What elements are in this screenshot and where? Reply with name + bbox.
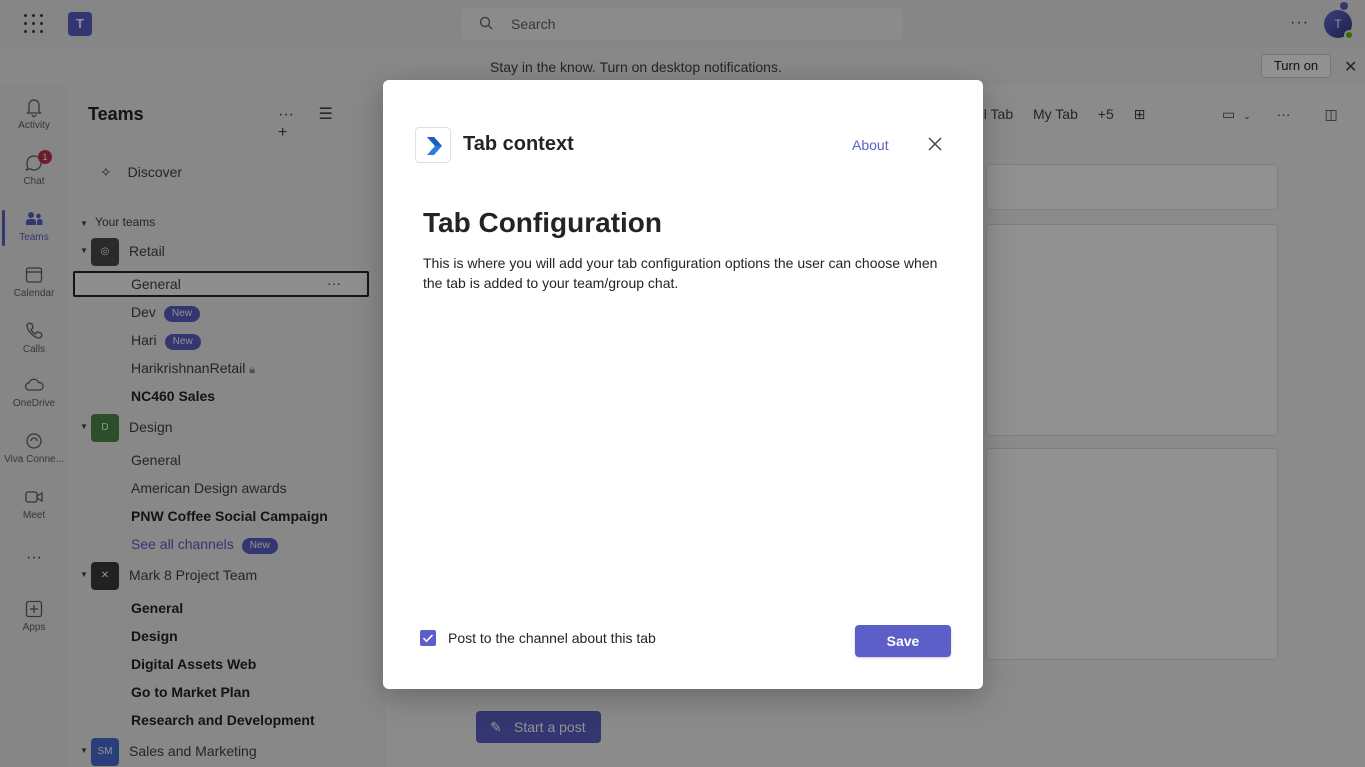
checkbox-label[interactable]: Post to the channel about this tab [448, 630, 656, 646]
close-icon[interactable] [925, 134, 945, 154]
app-icon [415, 127, 451, 163]
arrow-logo-icon [427, 137, 442, 155]
about-link[interactable]: About [852, 137, 889, 153]
checkmark-icon [422, 634, 434, 643]
post-to-channel-checkbox[interactable] [420, 630, 436, 646]
dialog-title: Tab context [463, 133, 574, 155]
tab-context-dialog: Tab context About Tab Configuration This… [383, 80, 983, 689]
save-button[interactable]: Save [855, 625, 951, 657]
configuration-heading: Tab Configuration [423, 207, 662, 238]
configuration-description: This is where you will add your tab conf… [423, 255, 938, 291]
